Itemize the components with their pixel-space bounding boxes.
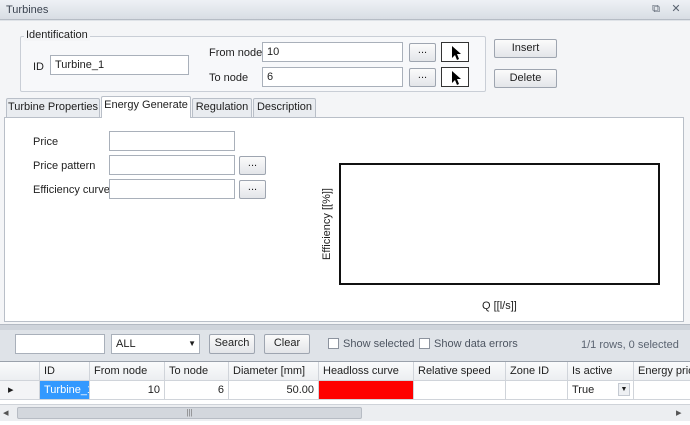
column-header-zone-id[interactable]: Zone ID [506, 362, 568, 381]
price-pattern-browse-button[interactable]: ... [239, 156, 266, 175]
scroll-left-icon[interactable]: ◂ [3, 406, 9, 419]
to-node-field[interactable]: 6 [262, 67, 403, 87]
show-data-errors-checkbox[interactable] [419, 338, 430, 349]
insert-button[interactable]: Insert [494, 39, 557, 58]
search-button[interactable]: Search [209, 334, 255, 354]
cell-headloss-curve[interactable] [319, 381, 414, 400]
efficiency-curve-field[interactable] [109, 179, 235, 199]
tab-turbine-properties[interactable]: Turbine Properties [6, 98, 100, 117]
price-field[interactable] [109, 131, 235, 151]
zone-filter-select-value: ALL [116, 338, 136, 350]
cell-relative-speed[interactable] [414, 381, 506, 400]
cell-from-node[interactable]: 10 [90, 381, 165, 400]
filter-search-input[interactable] [15, 334, 105, 354]
delete-button[interactable]: Delete [494, 69, 557, 88]
clear-button[interactable]: Clear [264, 334, 310, 354]
scrollbar-thumb[interactable]: ||| [17, 407, 362, 419]
price-label: Price [33, 136, 59, 148]
efficiency-chart-ylabel: Efficiency [[%]] [321, 188, 333, 260]
row-count-status: 1/1 rows, 0 selected [581, 339, 679, 351]
horizontal-scrollbar[interactable]: ◂ ||| ▸ [0, 404, 690, 421]
id-label: ID [33, 61, 44, 73]
from-node-label: From node [209, 47, 263, 59]
efficiency-curve-browse-button[interactable]: ... [239, 180, 266, 199]
tab-energy-generate[interactable]: Energy Generate [101, 96, 191, 118]
to-node-label: To node [209, 72, 249, 84]
window-title: Turbines [6, 4, 49, 16]
column-header-from-node[interactable]: From node [90, 362, 165, 381]
column-header-diameter[interactable]: Diameter [mm] [229, 362, 319, 381]
pointer-icon [452, 71, 461, 85]
tab-description[interactable]: Description [253, 98, 316, 117]
column-header-relative-speed[interactable]: Relative speed [414, 362, 506, 381]
close-icon[interactable]: ✕ [669, 3, 683, 16]
efficiency-chart-xlabel: Q [[l/s]] [482, 300, 517, 312]
pointer-icon [452, 46, 461, 60]
from-node-field[interactable]: 10 [262, 42, 403, 62]
column-header-headloss-curve[interactable]: Headloss curve [319, 362, 414, 381]
show-data-errors-label: Show data errors [434, 338, 518, 350]
column-header-id[interactable]: ID [40, 362, 90, 381]
cell-zone-id[interactable] [506, 381, 568, 400]
zone-filter-select[interactable]: ALL ▼ [111, 334, 200, 354]
cell-energy-price[interactable] [634, 381, 690, 400]
column-header-is-active[interactable]: Is active [568, 362, 634, 381]
window-titlebar: Turbines ⧉ ✕ [0, 0, 690, 20]
tab-regulation[interactable]: Regulation [192, 98, 252, 117]
to-node-browse-button[interactable]: ... [409, 68, 436, 87]
row-header-corner [0, 362, 40, 381]
chevron-down-icon: ▼ [188, 339, 196, 348]
show-selected-checkbox[interactable] [328, 338, 339, 349]
id-field[interactable]: Turbine_1 [50, 55, 189, 75]
price-pattern-label: Price pattern [33, 160, 96, 172]
restore-icon[interactable]: ⧉ [649, 3, 663, 16]
from-node-browse-button[interactable]: ... [409, 43, 436, 62]
efficiency-curve-label: Efficiency curve [33, 184, 110, 196]
column-header-energy-price[interactable]: Energy pric [634, 362, 690, 381]
scroll-right-icon[interactable]: ▸ [676, 406, 682, 419]
identification-group-label: Identification [24, 29, 90, 41]
row-marker-icon[interactable]: ▸ [0, 381, 40, 400]
price-pattern-field[interactable] [109, 155, 235, 175]
efficiency-chart-plot-area [339, 163, 660, 285]
cell-to-node[interactable]: 6 [165, 381, 229, 400]
cell-diameter[interactable]: 50.00 [229, 381, 319, 400]
chevron-down-icon[interactable]: ▼ [618, 383, 630, 396]
from-node-pick-button[interactable] [441, 42, 469, 62]
cell-is-active[interactable]: True ▼ [568, 381, 634, 400]
to-node-pick-button[interactable] [441, 67, 469, 87]
show-selected-label: Show selected [343, 338, 415, 350]
column-header-to-node[interactable]: To node [165, 362, 229, 381]
cell-id[interactable]: Turbine_1 [40, 381, 90, 400]
cell-is-active-value: True [572, 384, 595, 396]
scrollbar-grip-icon: ||| [186, 408, 193, 417]
